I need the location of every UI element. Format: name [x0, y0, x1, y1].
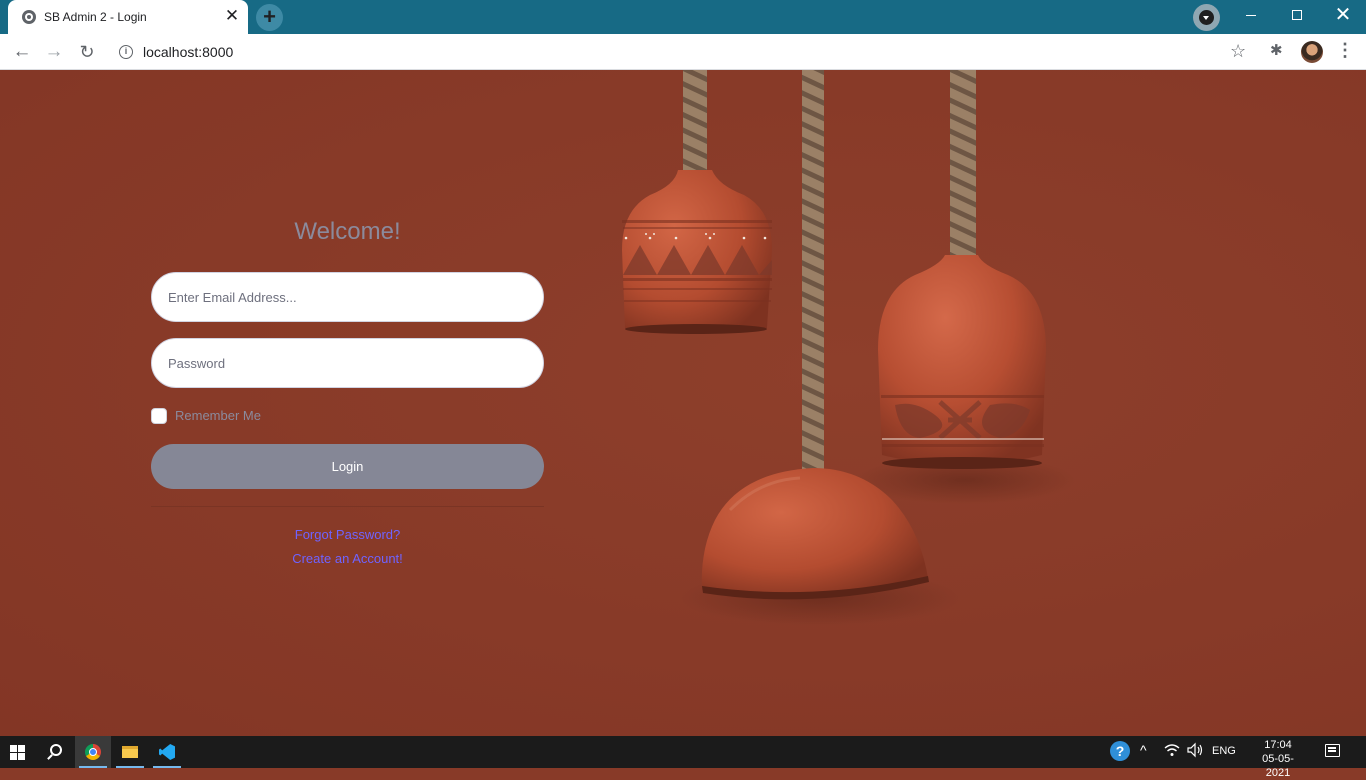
- address-bar[interactable]: i localhost:8000 ☆: [108, 38, 1260, 66]
- window-close-button[interactable]: ✕: [1320, 0, 1366, 30]
- forgot-password-link[interactable]: Forgot Password?: [151, 527, 544, 542]
- vscode-icon: [159, 744, 175, 760]
- remember-me-label[interactable]: Remember Me: [175, 408, 261, 423]
- taskbar-search-button[interactable]: [38, 736, 72, 768]
- chrome-icon: [85, 744, 101, 760]
- clock-date: 05-05-2021: [1262, 753, 1294, 779]
- bookmark-star-icon[interactable]: ☆: [1230, 41, 1246, 62]
- rope: [950, 70, 976, 265]
- folder-icon: [122, 746, 138, 758]
- clock[interactable]: 17:04 05-05-2021: [1250, 738, 1306, 780]
- help-icon[interactable]: ?: [1110, 741, 1130, 761]
- bell-left: [622, 170, 772, 334]
- restore-icon: [1292, 10, 1302, 21]
- globe-icon: [22, 10, 36, 24]
- language-indicator[interactable]: ENG: [1212, 745, 1236, 757]
- browser-menu-icon[interactable]: ⋮: [1336, 40, 1354, 61]
- windows-logo-icon: [10, 745, 17, 752]
- new-tab-button[interactable]: +: [256, 4, 283, 31]
- taskbar-vscode-app[interactable]: [149, 736, 185, 768]
- notifications-icon[interactable]: [1325, 744, 1340, 757]
- url-text[interactable]: localhost:8000: [143, 44, 233, 60]
- create-account-link[interactable]: Create an Account!: [151, 551, 544, 566]
- password-field[interactable]: [151, 338, 544, 388]
- bell-right: [878, 255, 1046, 469]
- windows-logo-icon: [18, 745, 25, 752]
- login-page: Welcome! Remember Me Login Forgot Passwo…: [0, 70, 1366, 736]
- tab-close-icon[interactable]: ✕: [224, 7, 240, 25]
- login-button[interactable]: Login: [151, 444, 544, 489]
- hanging-bells-illustration: [622, 70, 1075, 626]
- page-title: Welcome!: [294, 218, 401, 245]
- browser-tab-active[interactable]: SB Admin 2 - Login ✕: [8, 0, 248, 34]
- window-minimize-button[interactable]: [1228, 0, 1274, 30]
- profile-avatar[interactable]: [1301, 41, 1323, 63]
- wifi-icon[interactable]: [1164, 743, 1180, 760]
- volume-icon[interactable]: [1186, 742, 1204, 761]
- back-button[interactable]: ←: [10, 40, 34, 64]
- tab-search-button[interactable]: [1193, 4, 1220, 31]
- taskbar-chrome-app[interactable]: [75, 736, 111, 768]
- email-field[interactable]: [151, 272, 544, 322]
- start-button[interactable]: [0, 736, 36, 768]
- forward-button[interactable]: →: [42, 40, 66, 64]
- tab-title: SB Admin 2 - Login: [44, 10, 147, 24]
- extensions-icon[interactable]: ✱: [1270, 41, 1283, 59]
- chevron-down-icon: [1199, 10, 1214, 25]
- divider: [151, 506, 544, 507]
- windows-logo-icon: [10, 753, 17, 760]
- minimize-icon: [1246, 14, 1256, 16]
- tray-overflow-chevron-icon[interactable]: ^: [1140, 742, 1147, 758]
- remember-me-checkbox[interactable]: [151, 408, 167, 424]
- clock-time: 17:04: [1264, 739, 1292, 751]
- browser-toolbar: ← → ↻ i localhost:8000 ☆ ✱ ⋮: [0, 34, 1366, 70]
- browser-tabstrip: SB Admin 2 - Login ✕ + ✕: [0, 0, 1366, 34]
- search-icon: [50, 744, 62, 756]
- rope: [683, 70, 707, 180]
- windows-logo-icon: [18, 753, 25, 760]
- taskbar-file-explorer-app[interactable]: [112, 736, 148, 768]
- window-maximize-button[interactable]: [1274, 0, 1320, 30]
- info-icon[interactable]: i: [119, 45, 133, 59]
- windows-taskbar: ? ^ ENG 17:04 05-05-2021: [0, 736, 1366, 779]
- reload-button[interactable]: ↻: [75, 40, 99, 64]
- rope: [802, 70, 824, 470]
